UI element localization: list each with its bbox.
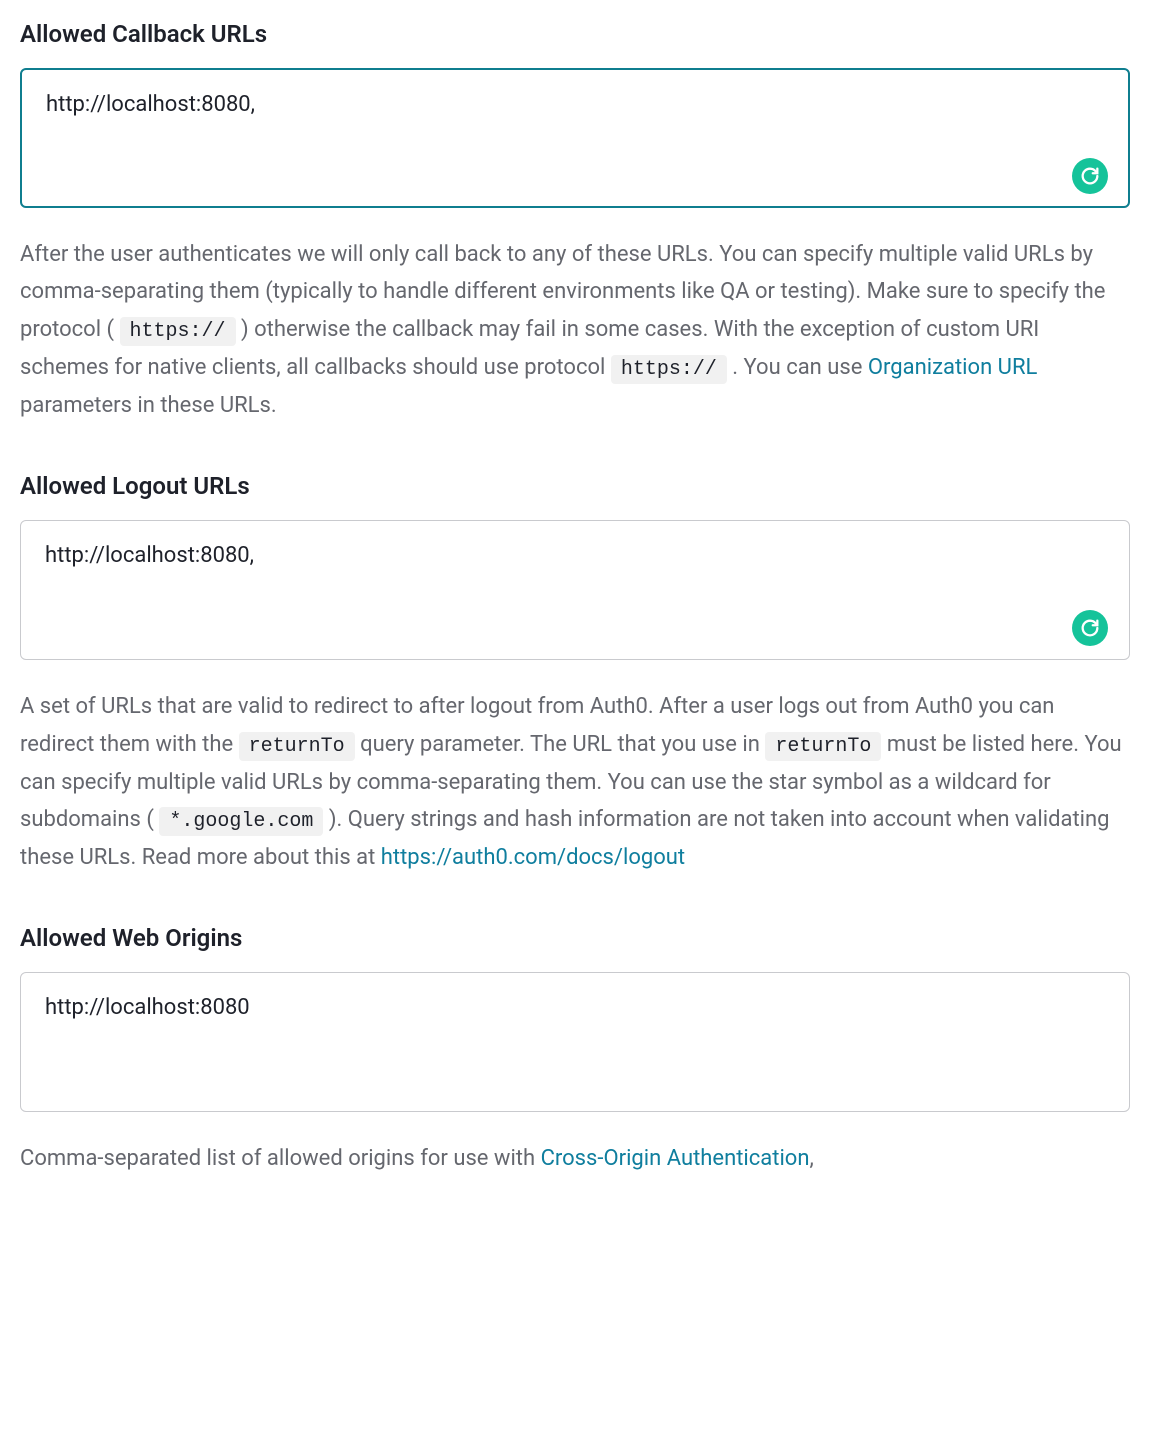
web-origins-field: Allowed Web Origins Comma-separated list…: [20, 924, 1130, 1177]
code-snippet: returnTo: [765, 732, 881, 761]
callback-urls-label: Allowed Callback URLs: [20, 20, 1130, 48]
logout-urls-label: Allowed Logout URLs: [20, 472, 1130, 500]
cross-origin-auth-link[interactable]: Cross-Origin Authentication: [541, 1146, 810, 1171]
code-snippet: returnTo: [239, 732, 355, 761]
logout-docs-link[interactable]: https://auth0.com/docs/logout: [381, 845, 685, 870]
web-origins-input[interactable]: [20, 972, 1130, 1112]
logout-urls-input[interactable]: [20, 520, 1130, 660]
callback-urls-input-wrapper: [20, 68, 1130, 212]
web-origins-label: Allowed Web Origins: [20, 924, 1130, 952]
organization-url-link[interactable]: Organization URL: [868, 355, 1037, 380]
web-origins-help: Comma-separated list of allowed origins …: [20, 1140, 1130, 1177]
code-snippet: *.google.com: [159, 807, 323, 836]
logout-urls-field: Allowed Logout URLs A set of URLs that a…: [20, 472, 1130, 876]
code-snippet: https://: [120, 317, 236, 346]
callback-urls-field: Allowed Callback URLs After the user aut…: [20, 20, 1130, 424]
callback-urls-help: After the user authenticates we will onl…: [20, 236, 1130, 424]
code-snippet: https://: [611, 355, 727, 384]
web-origins-input-wrapper: [20, 972, 1130, 1116]
callback-urls-input[interactable]: [20, 68, 1130, 208]
logout-urls-help: A set of URLs that are valid to redirect…: [20, 688, 1130, 876]
logout-urls-input-wrapper: [20, 520, 1130, 664]
grammarly-icon[interactable]: [1072, 610, 1108, 646]
grammarly-icon[interactable]: [1072, 158, 1108, 194]
